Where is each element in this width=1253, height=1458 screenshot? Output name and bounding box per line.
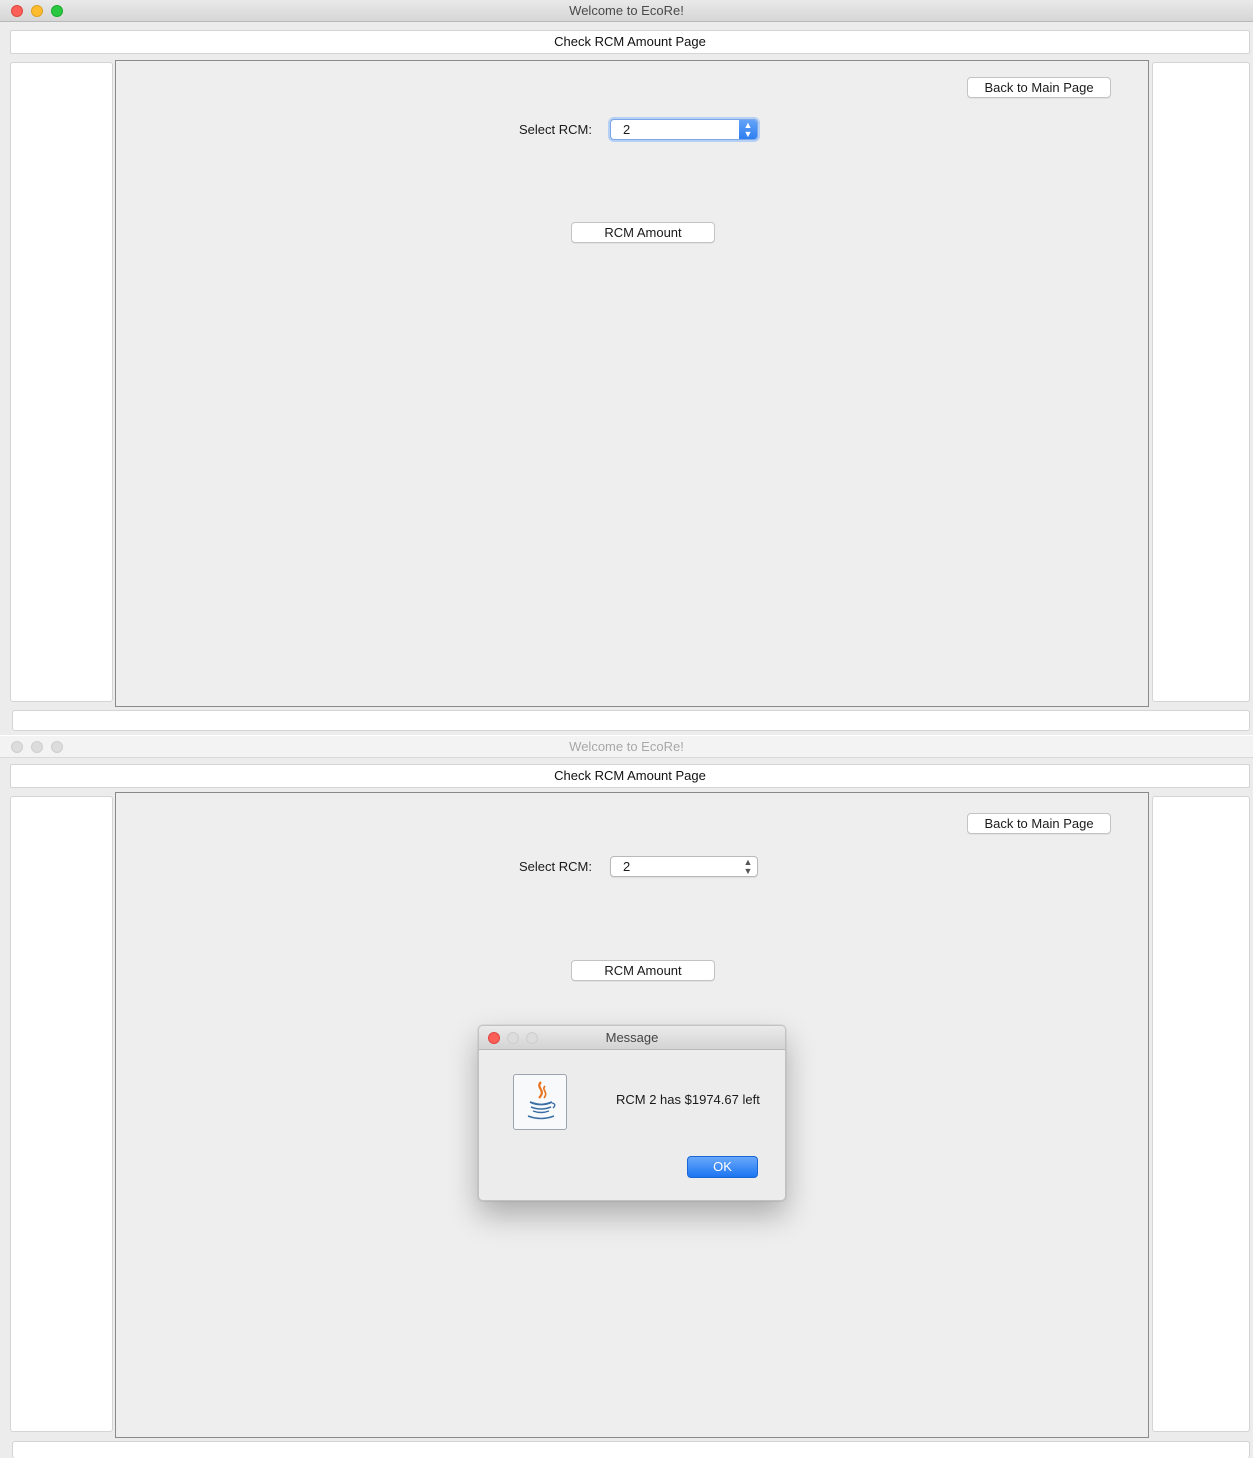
right-side-panel (1152, 62, 1250, 702)
window-controls (11, 741, 71, 753)
java-cup-icon (513, 1074, 567, 1130)
zoom-dialog-button (526, 1032, 538, 1044)
left-side-panel (10, 62, 113, 702)
main-content-panel: Back to Main Page Select RCM: 2 ▲ ▼ RCM A… (115, 60, 1149, 707)
rcm-select[interactable]: 2 ▲ ▼ (610, 119, 758, 140)
rcm-select-value: 2 (623, 859, 631, 874)
rcm-select[interactable]: 2 ▲ ▼ (610, 856, 758, 877)
page-header: Check RCM Amount Page (10, 30, 1250, 54)
footer-panel (12, 710, 1250, 731)
dialog-titlebar[interactable]: Message (479, 1026, 785, 1050)
dialog-window-controls (488, 1032, 545, 1044)
ok-button[interactable]: OK (687, 1156, 758, 1178)
window-title: Welcome to EcoRe! (569, 3, 684, 18)
window-titlebar[interactable]: Welcome to EcoRe! (0, 0, 1253, 22)
main-window-before: Welcome to EcoRe! Check RCM Amount Page … (0, 0, 1253, 735)
minimize-dialog-button (507, 1032, 519, 1044)
rcm-select-value: 2 (623, 122, 631, 137)
close-dialog-button[interactable] (488, 1032, 500, 1044)
minimize-window-button[interactable] (31, 741, 43, 753)
select-rcm-label: Select RCM: (519, 859, 592, 874)
rcm-amount-button[interactable]: RCM Amount (571, 222, 715, 243)
close-window-button[interactable] (11, 741, 23, 753)
page-header: Check RCM Amount Page (10, 764, 1250, 788)
window-titlebar[interactable]: Welcome to EcoRe! (0, 736, 1253, 758)
back-to-main-button[interactable]: Back to Main Page (967, 77, 1111, 98)
minimize-window-button[interactable] (31, 5, 43, 17)
zoom-window-button[interactable] (51, 5, 63, 17)
window-controls (11, 5, 71, 17)
footer-panel (12, 1441, 1250, 1458)
right-side-panel (1152, 796, 1250, 1432)
left-side-panel (10, 796, 113, 1432)
close-window-button[interactable] (11, 5, 23, 17)
zoom-window-button[interactable] (51, 741, 63, 753)
chevron-up-down-icon: ▲ ▼ (743, 857, 753, 876)
chevron-up-down-icon: ▲ ▼ (739, 120, 757, 139)
back-to-main-button[interactable]: Back to Main Page (967, 813, 1111, 834)
rcm-amount-button[interactable]: RCM Amount (571, 960, 715, 981)
message-dialog: Message RCM 2 has $1974.67 left OK (478, 1025, 786, 1201)
dialog-title: Message (605, 1030, 659, 1045)
select-rcm-label: Select RCM: (519, 122, 592, 137)
dialog-message: RCM 2 has $1974.67 left (616, 1092, 760, 1107)
window-title: Welcome to EcoRe! (569, 739, 684, 754)
